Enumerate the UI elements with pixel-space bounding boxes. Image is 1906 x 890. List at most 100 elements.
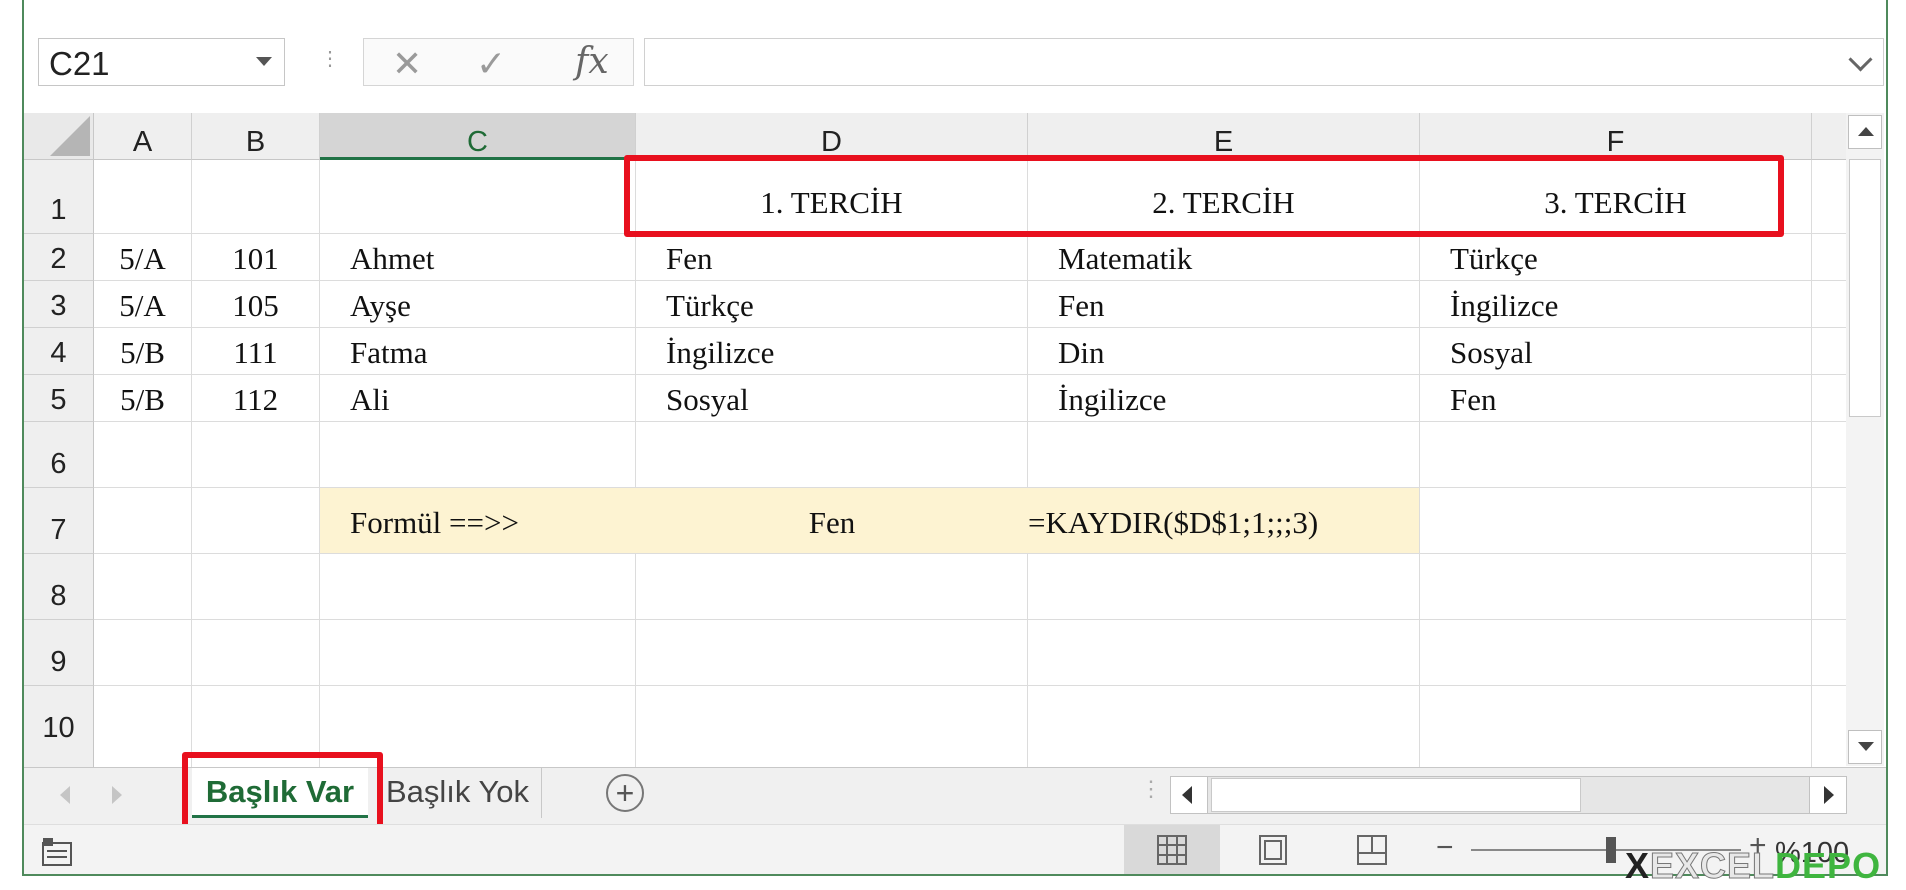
cell-g5[interactable]	[1812, 375, 1846, 422]
cell-b4[interactable]: 111	[192, 328, 320, 375]
cell-e7[interactable]: =KAYDIR($D$1;1;;;3)	[1028, 488, 1420, 554]
cell-a8[interactable]	[94, 554, 192, 620]
cell-e2[interactable]: Matematik	[1028, 234, 1420, 281]
cell-c5[interactable]: Ali	[320, 375, 636, 422]
cell-c4[interactable]: Fatma	[320, 328, 636, 375]
cell-d5[interactable]: Sosyal	[636, 375, 1028, 422]
scroll-left-button[interactable]	[1171, 777, 1208, 813]
column-header-d[interactable]: D	[636, 113, 1028, 160]
page-break-button[interactable]	[1324, 825, 1420, 874]
row-header-2[interactable]: 2	[24, 234, 94, 281]
cell-g7[interactable]	[1812, 488, 1846, 554]
scroll-up-button[interactable]	[1848, 115, 1882, 149]
cell-d4[interactable]: İngilizce	[636, 328, 1028, 375]
column-header-e[interactable]: E	[1028, 113, 1420, 160]
cell-d7[interactable]: Fen	[636, 488, 1028, 554]
cell-f8[interactable]	[1420, 554, 1812, 620]
cell-c8[interactable]	[320, 554, 636, 620]
cell-f9[interactable]	[1420, 620, 1812, 686]
formula-bar-grip[interactable]: ⋮	[320, 46, 340, 76]
cell-a3[interactable]: 5/A	[94, 281, 192, 328]
cell-e8[interactable]	[1028, 554, 1420, 620]
cell-e3[interactable]: Fen	[1028, 281, 1420, 328]
cell-a9[interactable]	[94, 620, 192, 686]
page-layout-button[interactable]	[1224, 825, 1320, 874]
zoom-slider-handle[interactable]	[1606, 837, 1616, 863]
cell-a10[interactable]	[94, 686, 192, 767]
cell-a2[interactable]: 5/A	[94, 234, 192, 281]
row-header-8[interactable]: 8	[24, 554, 94, 620]
cell-f2[interactable]: Türkçe	[1420, 234, 1812, 281]
scroll-right-button[interactable]	[1809, 777, 1846, 813]
cell-d2[interactable]: Fen	[636, 234, 1028, 281]
cell-f7[interactable]	[1420, 488, 1812, 554]
cell-c6[interactable]	[320, 422, 636, 488]
column-header-g[interactable]	[1812, 113, 1846, 160]
column-header-b[interactable]: B	[192, 113, 320, 160]
normal-view-button[interactable]	[1124, 825, 1220, 874]
horizontal-scroll-thumb[interactable]	[1211, 778, 1581, 812]
cell-c7[interactable]: Formül ==>>	[320, 488, 636, 554]
select-all-button[interactable]	[24, 113, 94, 160]
cell-f5[interactable]: Fen	[1420, 375, 1812, 422]
cell-d3[interactable]: Türkçe	[636, 281, 1028, 328]
plus-circle-icon[interactable]: +	[606, 774, 644, 812]
cell-a1[interactable]	[94, 160, 192, 234]
cell-b8[interactable]	[192, 554, 320, 620]
name-box[interactable]: C21	[38, 38, 285, 86]
cell-e9[interactable]	[1028, 620, 1420, 686]
cell-g4[interactable]	[1812, 328, 1846, 375]
next-sheet-icon[interactable]	[112, 786, 122, 804]
cell-b7[interactable]	[192, 488, 320, 554]
cell-g8[interactable]	[1812, 554, 1846, 620]
cell-g3[interactable]	[1812, 281, 1846, 328]
cell-e5[interactable]: İngilizce	[1028, 375, 1420, 422]
cell-g9[interactable]	[1812, 620, 1846, 686]
row-header-9[interactable]: 9	[24, 620, 94, 686]
cell-b2[interactable]: 101	[192, 234, 320, 281]
cell-b6[interactable]	[192, 422, 320, 488]
cell-g6[interactable]	[1812, 422, 1846, 488]
cell-b9[interactable]	[192, 620, 320, 686]
vertical-scroll-thumb[interactable]	[1849, 159, 1881, 417]
cell-a7[interactable]	[94, 488, 192, 554]
cell-d8[interactable]	[636, 554, 1028, 620]
scroll-down-button[interactable]	[1848, 730, 1882, 764]
record-macro-icon[interactable]	[42, 837, 74, 867]
tab-baslik-yok[interactable]: Başlık Yok	[374, 768, 542, 818]
row-header-7[interactable]: 7	[24, 488, 94, 554]
cell-f10[interactable]	[1420, 686, 1812, 767]
row-header-5[interactable]: 5	[24, 375, 94, 422]
cell-c2[interactable]: Ahmet	[320, 234, 636, 281]
prev-sheet-icon[interactable]	[60, 786, 70, 804]
function-icon[interactable]: fx	[575, 41, 609, 82]
cell-g2[interactable]	[1812, 234, 1846, 281]
chevron-down-icon[interactable]	[256, 57, 272, 66]
expand-formula-bar-icon[interactable]	[1848, 47, 1873, 72]
column-header-a[interactable]: A	[94, 113, 192, 160]
zoom-out-button[interactable]: −	[1436, 831, 1454, 865]
close-icon[interactable]: ✕	[392, 43, 422, 85]
formula-input[interactable]	[644, 38, 1884, 86]
tab-split-handle[interactable]: ⋮	[1140, 776, 1162, 802]
cell-a6[interactable]	[94, 422, 192, 488]
cell-a4[interactable]: 5/B	[94, 328, 192, 375]
cell-d6[interactable]	[636, 422, 1028, 488]
cell-b3[interactable]: 105	[192, 281, 320, 328]
cell-d9[interactable]	[636, 620, 1028, 686]
cell-e10[interactable]	[1028, 686, 1420, 767]
cell-b5[interactable]: 112	[192, 375, 320, 422]
cell-c3[interactable]: Ayşe	[320, 281, 636, 328]
row-header-3[interactable]: 3	[24, 281, 94, 328]
row-header-4[interactable]: 4	[24, 328, 94, 375]
cell-f6[interactable]	[1420, 422, 1812, 488]
horizontal-scrollbar[interactable]	[1170, 776, 1847, 814]
row-header-6[interactable]: 6	[24, 422, 94, 488]
cell-e4[interactable]: Din	[1028, 328, 1420, 375]
cell-d10[interactable]	[636, 686, 1028, 767]
cell-c9[interactable]	[320, 620, 636, 686]
cell-f3[interactable]: İngilizce	[1420, 281, 1812, 328]
row-header-10[interactable]: 10	[24, 686, 94, 767]
cell-e6[interactable]	[1028, 422, 1420, 488]
cell-f4[interactable]: Sosyal	[1420, 328, 1812, 375]
